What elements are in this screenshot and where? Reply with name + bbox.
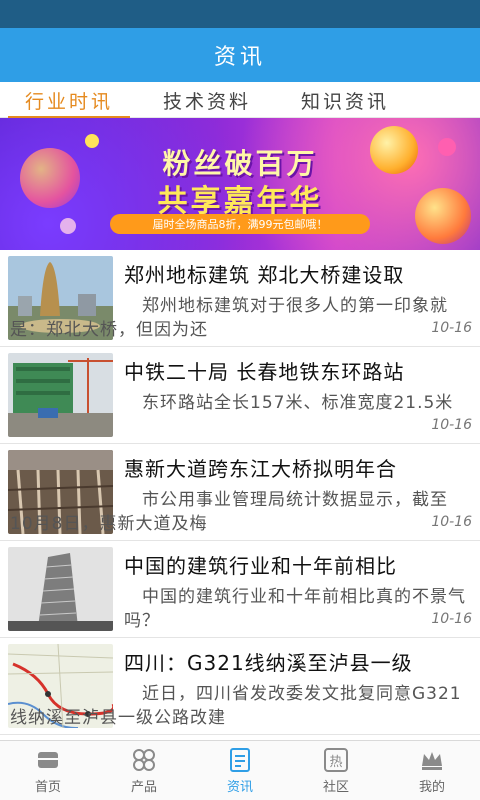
news-summary: 中国的建筑行业和十年前相比真的不景气吗？ xyxy=(124,587,466,631)
crown-icon xyxy=(422,752,442,770)
tabbar-label: 首页 xyxy=(34,780,61,795)
promo-banner[interactable]: 粉丝破百万 共享嘉年华 届时全场商品8折，满99元包邮哦！ xyxy=(0,118,480,250)
news-item[interactable]: 郑州地标建筑 郑北大桥建设取 郑州地标建筑对于很多人的第一印象就是：郑北大桥，但… xyxy=(0,250,480,347)
tabbar-me[interactable]: 我的 xyxy=(384,741,480,800)
news-date: 10-16 xyxy=(431,417,472,433)
news-date: 10-16 xyxy=(431,320,472,336)
tabbar-label: 社区 xyxy=(322,780,349,795)
news-title: 中国的建筑行业和十年前相比 xyxy=(124,554,397,578)
tab-knowledge-news[interactable]: 知识资讯 xyxy=(276,82,414,118)
news-date: 10-16 xyxy=(431,514,472,530)
tabbar-community[interactable]: 热 社区 xyxy=(288,741,384,800)
news-title: 郑州地标建筑 郑北大桥建设取 xyxy=(124,263,405,287)
skyscraper-photo xyxy=(8,547,113,631)
news-summary: 市公用事业管理局统计数据显示，截至10月8日，惠新大道及梅 xyxy=(10,490,448,534)
tabbar-label: 产品 xyxy=(130,780,157,795)
bottom-tab-bar: 首页 产品 资讯 热 社区 我的 xyxy=(0,740,480,800)
news-summary: 东环路站全长157米、标准宽度21.5米 xyxy=(142,393,454,413)
tabbar-home[interactable]: 首页 xyxy=(0,741,96,800)
tabbar-products[interactable]: 产品 xyxy=(96,741,192,800)
news-title: 惠新大道跨东江大桥拟明年合 xyxy=(124,457,397,481)
news-item[interactable]: 惠新大道跨东江大桥拟明年合 市公用事业管理局统计数据显示，截至10月8日，惠新大… xyxy=(0,444,480,541)
news-item[interactable]: 四川：G321线纳溪至泸县一级 近日，四川省发改委发文批复同意G321线纳溪至泸… xyxy=(0,638,480,735)
news-title: 中铁二十局 长春地铁东环路站 xyxy=(124,360,405,384)
news-icon xyxy=(230,748,250,772)
tab-technical-docs[interactable]: 技术资料 xyxy=(138,82,276,118)
news-list: 郑州地标建筑 郑北大桥建设取 郑州地标建筑对于很多人的第一印象就是：郑北大桥，但… xyxy=(0,250,480,735)
banner-orb xyxy=(60,218,76,234)
community-icon: 热 xyxy=(324,748,348,772)
home-icon xyxy=(38,752,58,768)
page-title: 资讯 xyxy=(213,45,266,70)
banner-subtitle: 届时全场商品8折，满99元包邮哦！ xyxy=(110,214,370,234)
status-bar xyxy=(0,0,480,28)
news-summary: 郑州地标建筑对于很多人的第一印象就是：郑北大桥，但因为还 xyxy=(10,296,448,340)
tabbar-label: 我的 xyxy=(418,780,445,795)
construction-site-photo xyxy=(8,353,113,437)
tabbar-label: 资讯 xyxy=(226,780,253,795)
product-icon xyxy=(133,749,155,771)
news-title: 四川：G321线纳溪至泸县一级 xyxy=(124,651,413,675)
tabbar-news[interactable]: 资讯 xyxy=(192,741,288,800)
svg-text:热: 热 xyxy=(329,755,342,770)
news-summary: 近日，四川省发改委发文批复同意G321线纳溪至泸县一级公路改建 xyxy=(10,684,462,728)
app-header: 资讯 xyxy=(0,28,480,82)
news-item[interactable]: 中铁二十局 长春地铁东环路站 东环路站全长157米、标准宽度21.5米 10-1… xyxy=(0,347,480,444)
news-item[interactable]: 中国的建筑行业和十年前相比 中国的建筑行业和十年前相比真的不景气吗？ 10-16 xyxy=(0,541,480,638)
tab-industry-news[interactable]: 行业时讯 xyxy=(0,82,138,119)
news-date: 10-16 xyxy=(431,611,472,627)
category-tabs: 行业时讯 技术资料 知识资讯 xyxy=(0,82,480,119)
